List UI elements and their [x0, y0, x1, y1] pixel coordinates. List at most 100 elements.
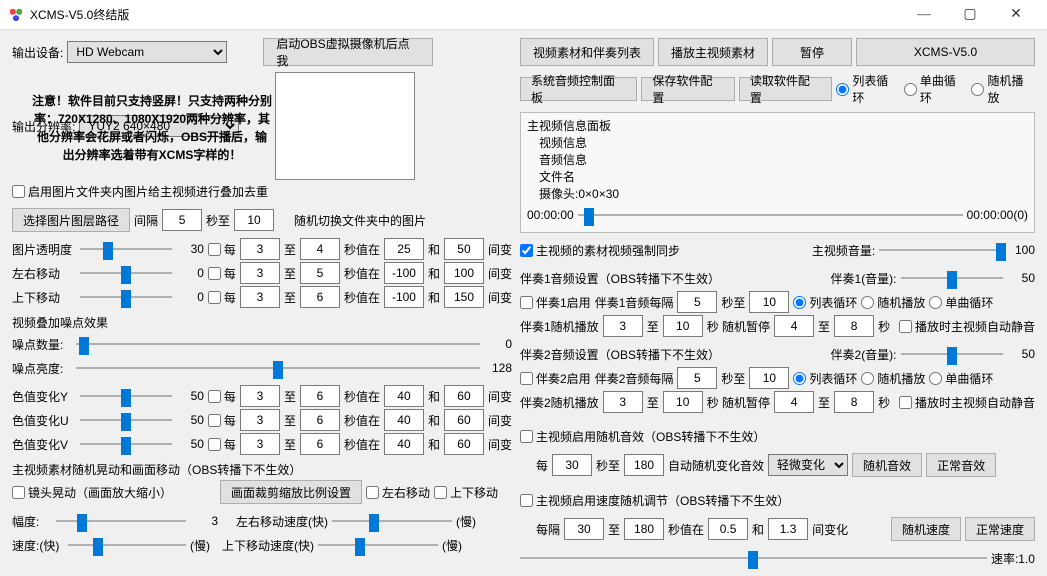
loop-random-radio[interactable]: 随机播放 — [971, 72, 1035, 106]
acc1-vol-slider[interactable] — [901, 268, 1003, 288]
load-config-button[interactable]: 读取软件配置 — [739, 77, 833, 101]
sys-audio-button[interactable]: 系统音频控制面板 — [520, 77, 637, 101]
hue-y-c-input[interactable] — [384, 385, 424, 407]
noise-bright-slider[interactable] — [76, 358, 480, 378]
progress-slider[interactable] — [578, 205, 963, 225]
minimize-button[interactable]: — — [901, 0, 947, 30]
loop-single-radio[interactable]: 单曲循环 — [904, 72, 968, 106]
hue-u-every-check[interactable]: 每 — [208, 412, 236, 429]
opacity-d-input[interactable] — [444, 238, 484, 260]
crop-settings-button[interactable]: 画面裁剪缩放比例设置 — [220, 480, 362, 504]
overlay-enable-check[interactable]: 启用图片文件夹内图片给主视频进行叠加去重 — [12, 183, 268, 200]
noise-count-slider[interactable] — [76, 334, 480, 354]
close-button[interactable]: ✕ — [993, 0, 1039, 30]
afx-normal-button[interactable]: 正常音效 — [926, 453, 996, 477]
spd-d-input[interactable] — [768, 518, 808, 540]
shake-check[interactable]: 镜头晃动（画面放大缩小） — [12, 484, 172, 501]
opacity-every-check[interactable]: 每 — [208, 241, 236, 258]
opacity-b-input[interactable] — [300, 238, 340, 260]
acc2-single-radio[interactable]: 单曲循环 — [929, 370, 993, 387]
speed-slider[interactable] — [68, 535, 186, 555]
hspeed-slider[interactable] — [332, 511, 452, 531]
pause-button[interactable]: 暂停 — [772, 38, 852, 66]
hshift-a-input[interactable] — [240, 262, 280, 284]
loop-list-radio[interactable]: 列表循环 — [836, 72, 900, 106]
vshift-b-input[interactable] — [300, 286, 340, 308]
acc1-list-radio[interactable]: 列表循环 — [793, 294, 857, 311]
spd-enable-check[interactable]: 主视频启用速度随机调节（OBS转播下不生效） — [520, 492, 789, 509]
opacity-a-input[interactable] — [240, 238, 280, 260]
vshift-every-check[interactable]: 每 — [208, 289, 236, 306]
vshift-a-input[interactable] — [240, 286, 280, 308]
output-device-select[interactable]: HD Webcam — [67, 41, 227, 63]
interval-a-input[interactable] — [162, 209, 202, 231]
afx-enable-check[interactable]: 主视频启用随机音效（OBS转播下不生效） — [520, 428, 765, 445]
material-list-button[interactable]: 视频素材和伴奏列表 — [520, 38, 654, 66]
hue-y-a-input[interactable] — [240, 385, 280, 407]
vmove-check[interactable]: 上下移动 — [434, 484, 498, 501]
rate-slider[interactable] — [520, 548, 987, 568]
hshift-d-input[interactable] — [444, 262, 484, 284]
hue-v-d-input[interactable] — [444, 433, 484, 455]
acc1-pa-input[interactable] — [774, 315, 814, 337]
vspeed-slider[interactable] — [318, 535, 438, 555]
afx-b-input[interactable] — [624, 454, 664, 476]
force-sync-check[interactable]: 主视频的素材视频强制同步 — [520, 242, 680, 259]
acc2-mute-check[interactable]: 播放时主视频自动静音 — [899, 394, 1035, 411]
afx-random-button[interactable]: 随机音效 — [852, 453, 922, 477]
hue-u-b-input[interactable] — [300, 409, 340, 431]
acc2-enable-check[interactable]: 伴奏2启用 — [520, 370, 591, 387]
hue-v-a-input[interactable] — [240, 433, 280, 455]
acc2-int-a-input[interactable] — [677, 367, 717, 389]
hshift-b-input[interactable] — [300, 262, 340, 284]
hmove-check[interactable]: 左右移动 — [366, 484, 430, 501]
acc1-rand-radio[interactable]: 随机播放 — [861, 294, 925, 311]
vshift-slider[interactable] — [80, 287, 172, 307]
hue-v-b-input[interactable] — [300, 433, 340, 455]
hue-y-d-input[interactable] — [444, 385, 484, 407]
spd-a-input[interactable] — [564, 518, 604, 540]
vshift-d-input[interactable] — [444, 286, 484, 308]
acc2-int-b-input[interactable] — [749, 367, 789, 389]
acc1-pb-input[interactable] — [834, 315, 874, 337]
acc1-int-a-input[interactable] — [677, 291, 717, 313]
acc1-enable-check[interactable]: 伴奏1启用 — [520, 294, 591, 311]
start-obs-button[interactable]: 启动OBS虚拟摄像机后点我 — [263, 38, 433, 66]
opacity-c-input[interactable] — [384, 238, 424, 260]
play-main-button[interactable]: 播放主视频素材 — [658, 38, 768, 66]
vshift-c-input[interactable] — [384, 286, 424, 308]
acc1-int-b-input[interactable] — [749, 291, 789, 313]
acc2-vol-slider[interactable] — [901, 344, 1003, 364]
hue-y-slider[interactable] — [80, 386, 172, 406]
save-config-button[interactable]: 保存软件配置 — [641, 77, 735, 101]
hue-u-d-input[interactable] — [444, 409, 484, 431]
app-title-button[interactable]: XCMS-V5.0 — [856, 38, 1035, 66]
spd-normal-button[interactable]: 正常速度 — [965, 517, 1035, 541]
afx-select[interactable]: 轻微变化 — [768, 454, 848, 476]
interval-b-input[interactable] — [234, 209, 274, 231]
opacity-slider[interactable] — [80, 239, 172, 259]
spd-c-input[interactable] — [708, 518, 748, 540]
amp-slider[interactable] — [56, 511, 186, 531]
hue-v-slider[interactable] — [80, 434, 172, 454]
hue-u-c-input[interactable] — [384, 409, 424, 431]
main-vol-slider[interactable] — [879, 240, 1003, 260]
hue-v-every-check[interactable]: 每 — [208, 436, 236, 453]
spd-random-button[interactable]: 随机速度 — [891, 517, 961, 541]
acc2-list-radio[interactable]: 列表循环 — [793, 370, 857, 387]
pick-image-path-button[interactable]: 选择图片图层路径 — [12, 208, 130, 232]
hue-u-slider[interactable] — [80, 410, 172, 430]
acc2-rb-input[interactable] — [663, 391, 703, 413]
hue-y-b-input[interactable] — [300, 385, 340, 407]
hue-y-every-check[interactable]: 每 — [208, 388, 236, 405]
acc2-ra-input[interactable] — [603, 391, 643, 413]
maximize-button[interactable]: ▢ — [947, 0, 993, 30]
afx-a-input[interactable] — [552, 454, 592, 476]
acc1-ra-input[interactable] — [603, 315, 643, 337]
acc1-single-radio[interactable]: 单曲循环 — [929, 294, 993, 311]
hshift-slider[interactable] — [80, 263, 172, 283]
hshift-c-input[interactable] — [384, 262, 424, 284]
hue-v-c-input[interactable] — [384, 433, 424, 455]
acc1-mute-check[interactable]: 播放时主视频自动静音 — [899, 318, 1035, 335]
spd-b-input[interactable] — [624, 518, 664, 540]
